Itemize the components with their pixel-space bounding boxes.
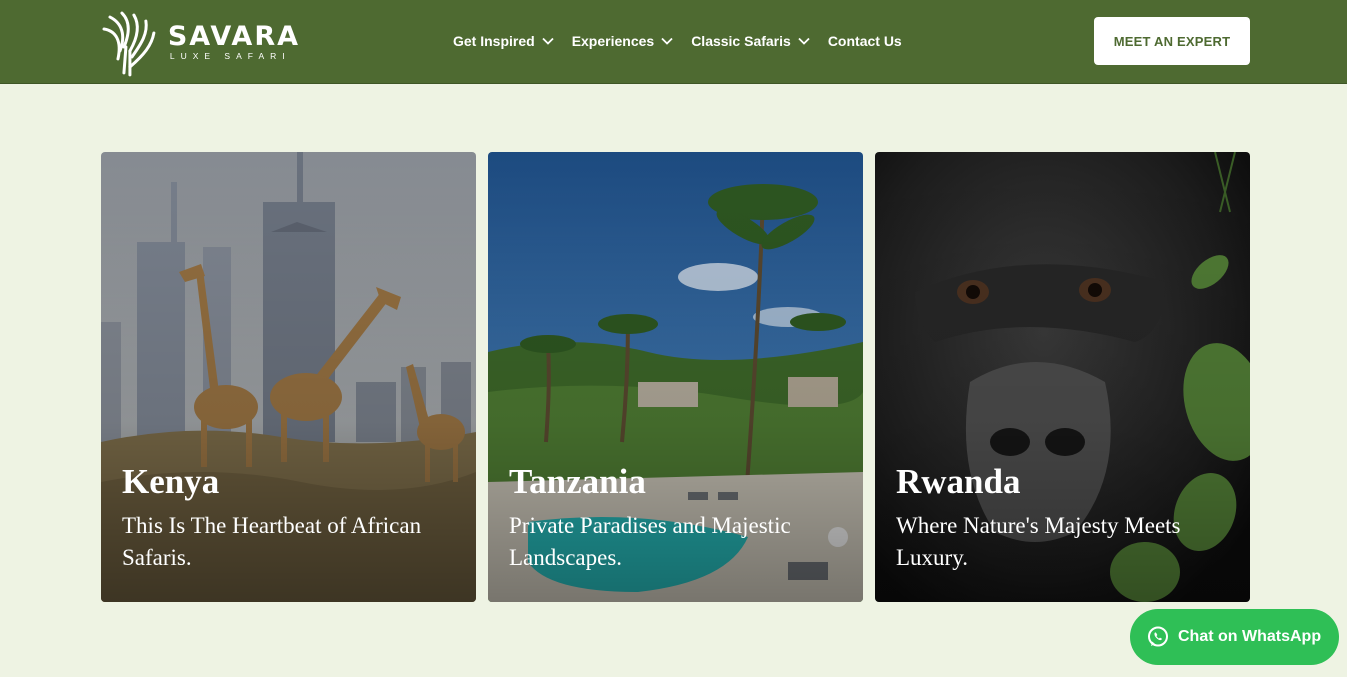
nav-experiences[interactable]: Experiences [572, 33, 674, 49]
chevron-down-icon [798, 37, 810, 45]
nav-label: Experiences [571, 33, 655, 49]
nav-label: Get Inspired [453, 33, 535, 49]
card-title: Kenya [122, 462, 220, 501]
card-description: This Is The Heartbeat of African Safaris… [122, 513, 422, 570]
brand-name: SAVARA [167, 21, 300, 52]
nav-get-inspired[interactable]: Get Inspired [453, 33, 554, 49]
whatsapp-label: Chat on WhatsApp [1178, 628, 1322, 645]
chevron-down-icon [661, 37, 673, 45]
brand-tagline: LUXE SAFARI [169, 51, 291, 61]
brand-logo[interactable]: SAVARA LUXE SAFARI [100, 6, 300, 78]
nav-classic-safaris[interactable]: Classic Safaris [691, 33, 810, 49]
destination-card-tanzania[interactable]: Tanzania Private Paradises and Majestic … [488, 152, 863, 602]
nav-contact-us[interactable]: Contact Us [828, 33, 902, 49]
card-description: Where Nature's Majesty Meets Luxury. [896, 513, 1181, 570]
destination-card-rwanda[interactable]: Rwanda Where Nature's Majesty Meets Luxu… [875, 152, 1250, 602]
main-nav: Get Inspired Experiences Classic Safaris… [453, 30, 902, 52]
nav-label: Classic Safaris [691, 33, 791, 49]
site-header: SAVARA LUXE SAFARI Get Inspired Experien… [0, 0, 1347, 84]
chevron-down-icon [542, 37, 554, 45]
card-description: Private Paradises and Majestic Landscape… [509, 513, 791, 570]
card-title: Tanzania [509, 462, 646, 501]
whatsapp-chat-button[interactable]: Chat on WhatsApp [1130, 609, 1339, 665]
whatsapp-icon [1148, 626, 1168, 647]
savara-leaf-icon [102, 11, 156, 77]
destination-card-kenya[interactable]: Kenya This Is The Heartbeat of African S… [101, 152, 476, 602]
meet-an-expert-button[interactable]: MEET AN EXPERT [1094, 17, 1250, 65]
nav-label: Contact Us [827, 33, 902, 49]
card-title: Rwanda [896, 462, 1021, 501]
